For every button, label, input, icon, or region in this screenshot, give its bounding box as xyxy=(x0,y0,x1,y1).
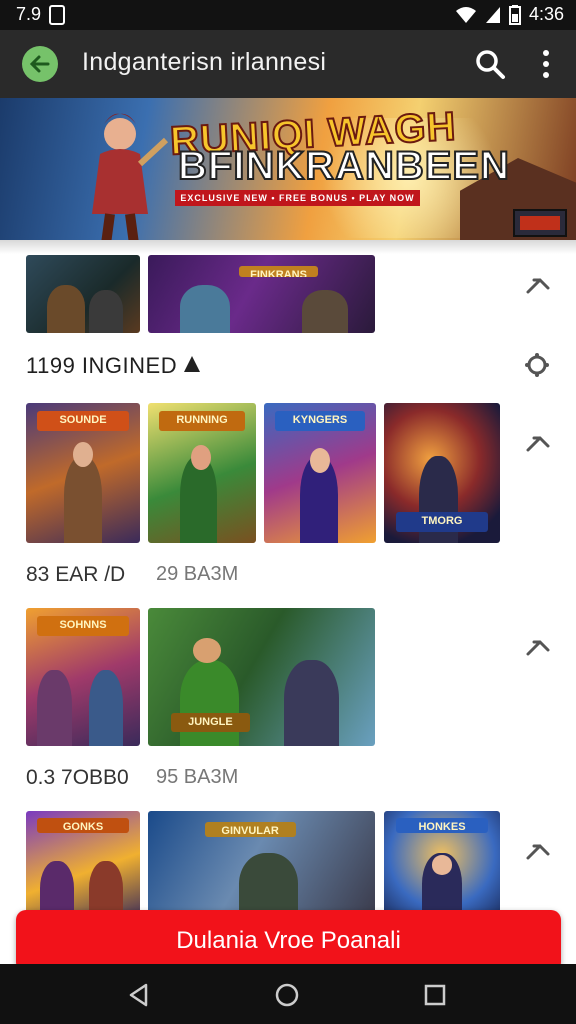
share-arrow-icon[interactable] xyxy=(524,632,552,660)
game-thumbnail[interactable]: RUNNING xyxy=(148,403,256,543)
section-meta-count: 0.3 7OBB0 xyxy=(26,766,129,789)
thumb-logo: JUNGLE xyxy=(170,712,251,733)
thumb-figure xyxy=(179,660,239,746)
thumb-logo: TMORG xyxy=(395,512,489,532)
game-thumbnail[interactable]: GONKS xyxy=(26,811,140,921)
nav-back-icon[interactable] xyxy=(126,982,152,1008)
app-title: Indganterisn irlannesi xyxy=(82,48,327,76)
thumb-head xyxy=(309,447,331,473)
thumb-logo: SOHNNS xyxy=(37,616,129,636)
pin-icon xyxy=(184,356,200,372)
signal-icon xyxy=(485,6,500,23)
status-time-right: 4:36 xyxy=(528,4,564,24)
search-icon[interactable] xyxy=(474,48,506,80)
thumb-figure xyxy=(46,284,86,333)
game-thumbnail[interactable]: SOUNDE xyxy=(26,403,140,543)
wifi-icon xyxy=(455,6,476,23)
game-thumbnail[interactable]: TMORG xyxy=(384,403,500,543)
nav-home-icon[interactable] xyxy=(274,982,300,1008)
thumb-logo: RUNNING xyxy=(158,411,246,431)
primary-cta-button[interactable]: Dulania Vroe Poanali xyxy=(16,910,561,972)
notification-icon xyxy=(49,4,66,25)
thumb-figure xyxy=(88,290,123,333)
banner-hero-figure xyxy=(92,113,169,240)
banner-shadow xyxy=(0,240,576,254)
back-button[interactable] xyxy=(22,46,58,82)
status-time-left: 7.9 xyxy=(16,4,42,24)
thumb-logo: GINVULAR xyxy=(204,822,296,838)
banner-ribbon: EXCLUSIVE NEW • FREE BONUS • PLAY NOW xyxy=(175,190,420,206)
thumb-logo: FINKRANS xyxy=(238,265,319,277)
thumb-logo: SOUNDE xyxy=(37,411,129,431)
game-thumbnail[interactable]: FINKRANS xyxy=(148,255,375,333)
share-arrow-icon[interactable] xyxy=(524,836,552,864)
thumb-head xyxy=(193,638,221,664)
thumb-head xyxy=(431,855,453,875)
back-arrow-icon xyxy=(29,55,50,73)
thumb-head xyxy=(191,445,211,471)
section-meta-count: 83 EAR /D xyxy=(26,563,126,586)
system-nav-bar xyxy=(0,964,576,1024)
thumb-logo: HONKES xyxy=(395,817,489,833)
thumb-figure xyxy=(88,670,123,746)
thumb-logo: KYNGERS xyxy=(275,411,365,431)
section-title: 1199 INGINED xyxy=(26,353,178,378)
game-thumbnail[interactable]: JUNGLE xyxy=(148,608,375,746)
game-thumbnail[interactable]: HONKES xyxy=(384,811,500,921)
nav-recents-icon[interactable] xyxy=(422,982,448,1008)
section-meta-size: 29 BA3M xyxy=(156,563,239,585)
battery-icon xyxy=(508,4,521,25)
game-thumbnail[interactable] xyxy=(26,255,140,333)
thumb-figure xyxy=(284,660,339,746)
status-bar: 7.9 4:36 xyxy=(0,0,576,30)
share-arrow-icon[interactable] xyxy=(524,428,552,456)
banner-monitor xyxy=(513,209,567,237)
section-meta-size: 95 BA3M xyxy=(156,766,239,788)
thumb-figure xyxy=(179,284,230,333)
app-bar: Indganterisn irlannesi xyxy=(0,30,576,98)
game-thumbnail[interactable]: KYNGERS xyxy=(264,403,376,543)
game-thumbnail[interactable]: SOHNNS xyxy=(26,608,140,746)
thumb-figure xyxy=(302,290,348,333)
thumb-figure xyxy=(37,670,72,746)
thumb-logo: GONKS xyxy=(37,817,129,833)
thumb-figure xyxy=(63,456,103,543)
banner-title-line2: BFINKRANBEEN xyxy=(177,143,510,189)
more-vert-icon[interactable] xyxy=(534,48,558,80)
settings-icon[interactable] xyxy=(524,352,550,378)
game-thumbnail[interactable]: GINVULAR xyxy=(148,811,375,921)
share-arrow-icon[interactable] xyxy=(524,270,552,298)
